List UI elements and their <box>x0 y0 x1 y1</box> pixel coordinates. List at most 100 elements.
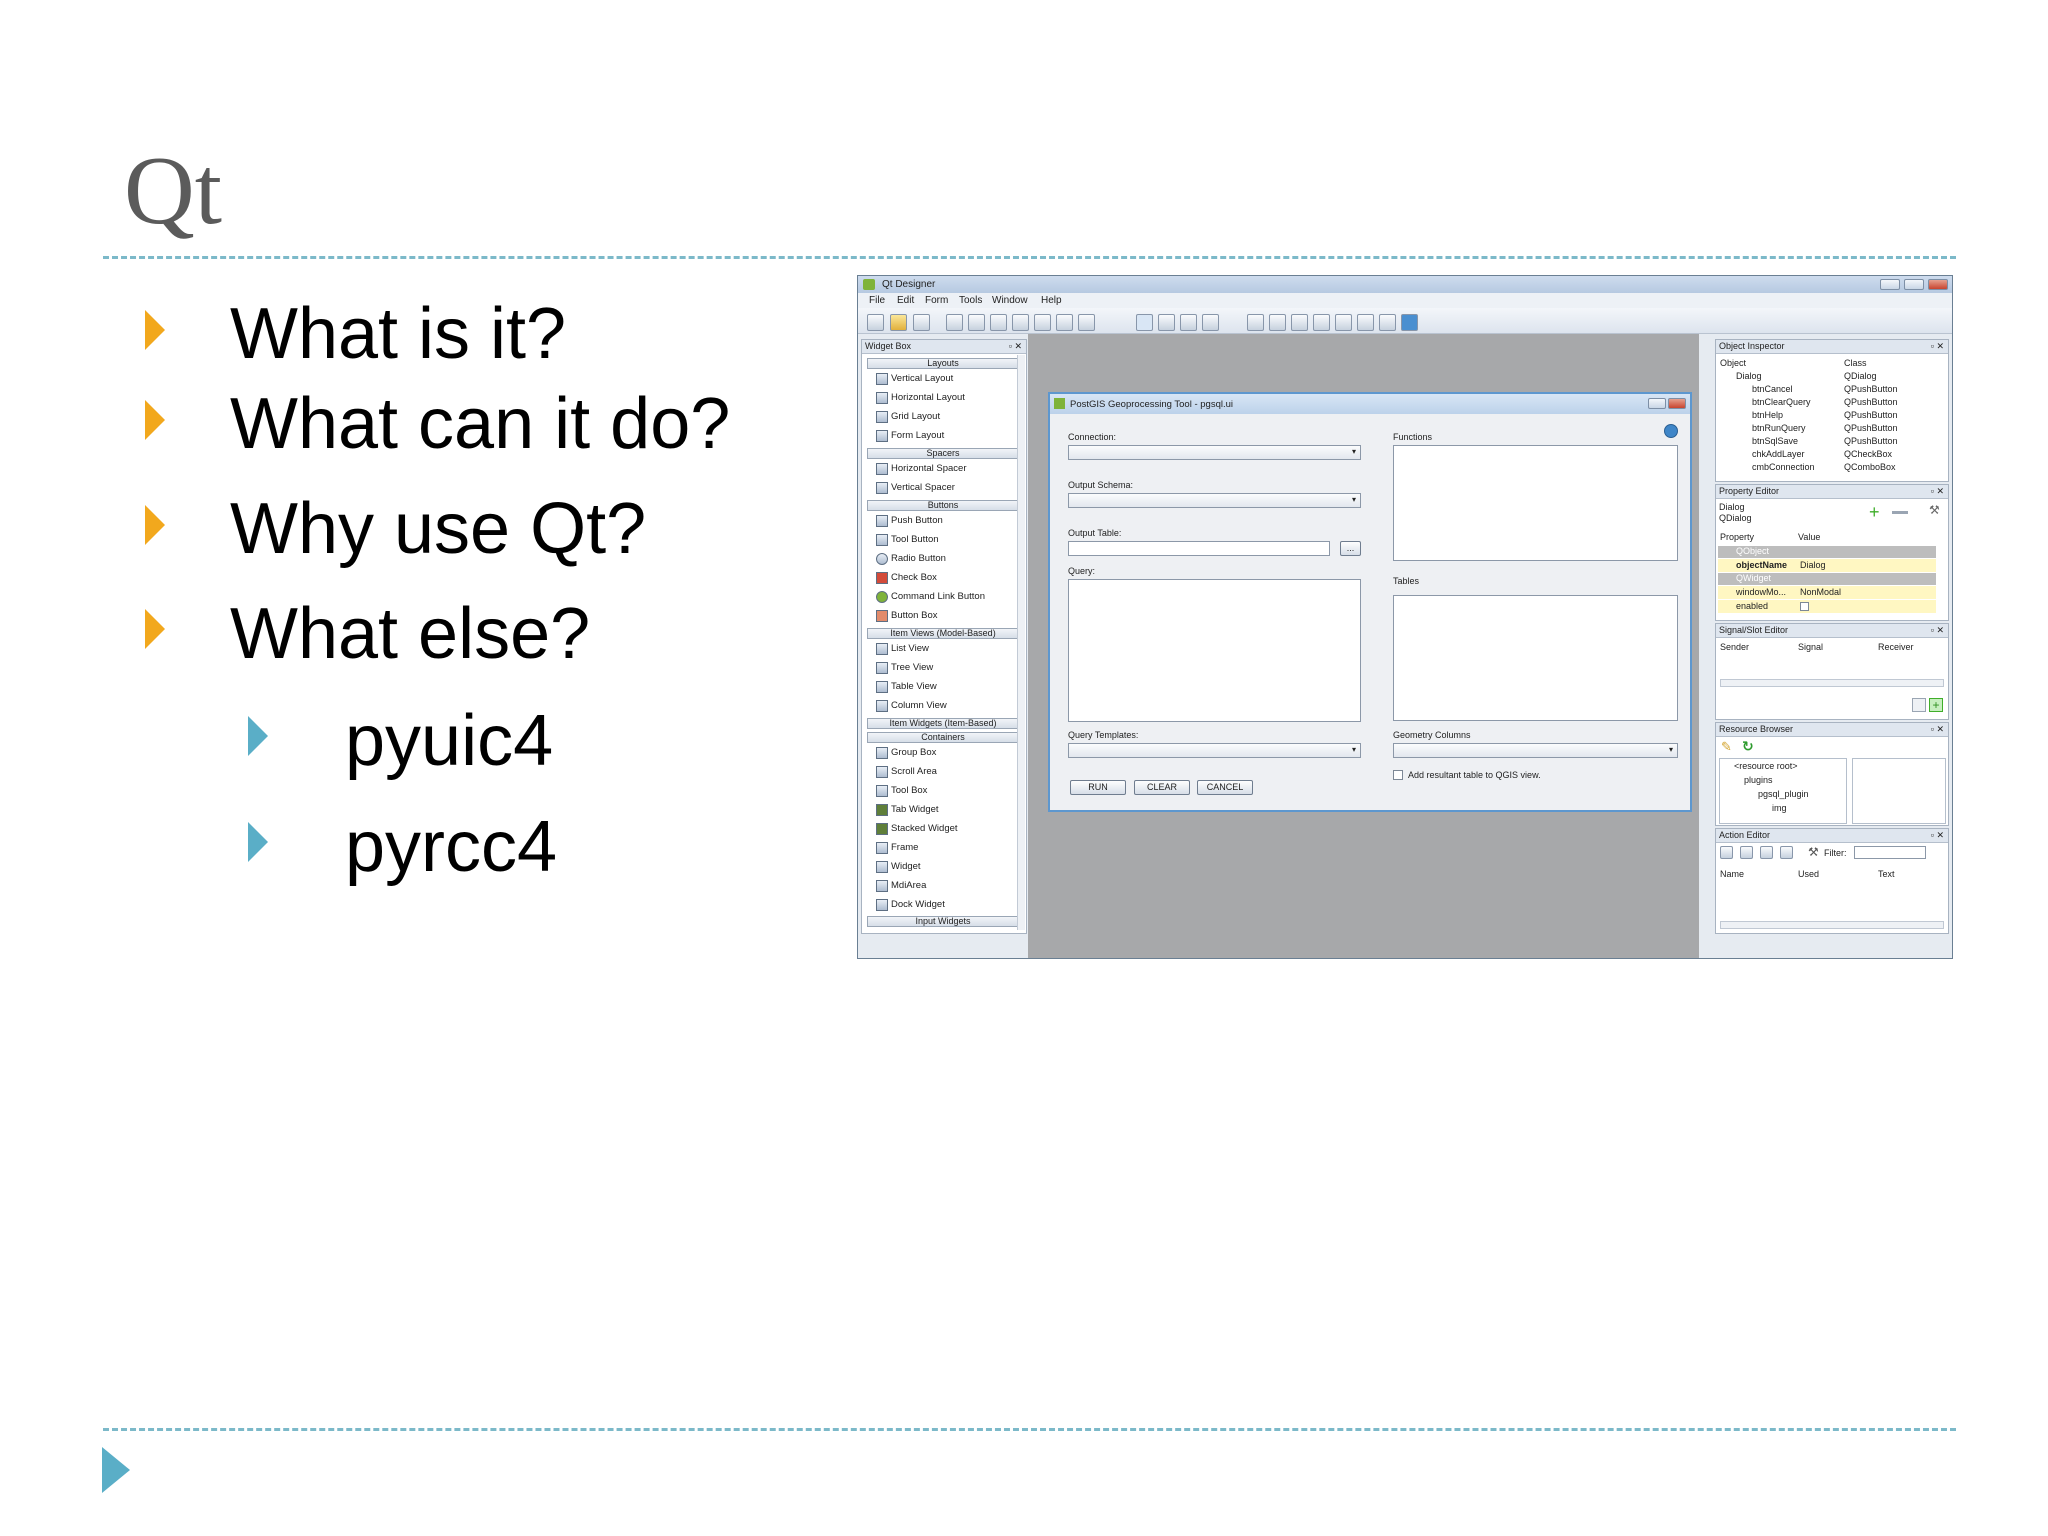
widget-item[interactable]: Check Box <box>891 572 937 583</box>
redo-icon[interactable] <box>968 314 985 331</box>
new-form-icon[interactable] <box>867 314 884 331</box>
layout-vertical-icon[interactable] <box>1269 314 1286 331</box>
output-table-input[interactable] <box>1068 541 1330 556</box>
widget-item[interactable]: Horizontal Layout <box>891 392 965 403</box>
browse-button[interactable]: ... <box>1340 541 1361 556</box>
resource-img[interactable]: img <box>1772 803 1787 813</box>
menu-edit[interactable]: Edit <box>897 295 914 306</box>
output-schema-combo[interactable]: ▾ <box>1068 493 1361 508</box>
menu-form[interactable]: Form <box>925 295 948 306</box>
connection-combo[interactable]: ▾ <box>1068 445 1361 460</box>
new-action-icon[interactable] <box>1720 846 1733 859</box>
category-item-widgets[interactable]: Item Widgets (Item-Based) <box>867 718 1019 729</box>
widget-item[interactable]: Tool Button <box>891 534 939 545</box>
widget-item[interactable]: Horizontal Spacer <box>891 463 967 474</box>
menu-window[interactable]: Window <box>992 295 1028 306</box>
widget-item[interactable]: Tool Box <box>891 785 927 796</box>
menu-tools[interactable]: Tools <box>959 295 982 306</box>
copy-icon[interactable] <box>1012 314 1029 331</box>
widget-item[interactable]: Tab Widget <box>891 804 939 815</box>
add-property-icon[interactable]: + <box>1869 503 1880 521</box>
dialog-minimize-button[interactable] <box>1648 398 1666 409</box>
break-layout-icon[interactable] <box>1379 314 1396 331</box>
reload-icon[interactable]: ↻ <box>1742 738 1754 755</box>
resource-plugins[interactable]: plugins <box>1744 775 1773 785</box>
delete-action-icon[interactable] <box>1780 846 1793 859</box>
widget-item[interactable]: Vertical Spacer <box>891 482 955 493</box>
raise-icon[interactable] <box>1078 314 1095 331</box>
open-icon[interactable] <box>890 314 907 331</box>
resource-root[interactable]: <resource root> <box>1734 761 1798 771</box>
filter-input[interactable] <box>1854 846 1926 859</box>
dialog-close-button[interactable] <box>1668 398 1686 409</box>
layout-form-icon[interactable] <box>1357 314 1374 331</box>
clear-button[interactable]: CLEAR <box>1134 780 1190 795</box>
menu-file[interactable]: File <box>869 295 885 306</box>
remove-connection-icon[interactable] <box>1912 698 1926 712</box>
cancel-button[interactable]: CANCEL <box>1197 780 1253 795</box>
widget-item[interactable]: Stacked Widget <box>891 823 958 834</box>
category-layouts[interactable]: Layouts <box>867 358 1019 369</box>
widget-item[interactable]: Push Button <box>891 515 943 526</box>
close-button[interactable] <box>1928 279 1948 290</box>
widget-item[interactable]: List View <box>891 643 929 654</box>
functions-list[interactable] <box>1393 445 1678 561</box>
add-table-checkbox[interactable] <box>1393 770 1403 780</box>
save-icon[interactable] <box>913 314 930 331</box>
widget-item[interactable]: Form Layout <box>891 430 944 441</box>
enabled-row[interactable]: enabled <box>1718 600 1936 613</box>
minimize-button[interactable] <box>1880 279 1900 290</box>
undo-icon[interactable] <box>946 314 963 331</box>
layout-grid-icon[interactable] <box>1335 314 1352 331</box>
obj-row[interactable]: btnRunQuery <box>1752 423 1806 433</box>
category-buttons[interactable]: Buttons <box>867 500 1019 511</box>
obj-row[interactable]: btnClearQuery <box>1752 397 1811 407</box>
category-item-views[interactable]: Item Views (Model-Based) <box>867 628 1019 639</box>
dock-close-icon[interactable]: ▫ ✕ <box>1931 830 1944 841</box>
category-input-widgets[interactable]: Input Widgets <box>867 916 1019 927</box>
edit-tab-order-icon[interactable] <box>1202 314 1219 331</box>
maximize-button[interactable] <box>1904 279 1924 290</box>
widget-item[interactable]: Table View <box>891 681 937 692</box>
lower-icon[interactable] <box>1056 314 1073 331</box>
widget-item[interactable]: Tree View <box>891 662 933 673</box>
dock-close-icon[interactable]: ▫ ✕ <box>1009 341 1022 352</box>
geometry-columns-combo[interactable]: ▾ <box>1393 743 1678 758</box>
enabled-checkbox[interactable] <box>1800 602 1809 611</box>
adjust-size-icon[interactable] <box>1401 314 1418 331</box>
signal-slot-scrollbar[interactable] <box>1720 679 1944 687</box>
layout-horizontal-icon[interactable] <box>1247 314 1264 331</box>
widget-item[interactable]: MdiArea <box>891 880 926 891</box>
menu-help[interactable]: Help <box>1041 295 1062 306</box>
resource-tree[interactable]: <resource root> plugins pgsql_plugin img <box>1719 758 1847 824</box>
run-button[interactable]: RUN <box>1070 780 1126 795</box>
windowmodality-row[interactable]: windowMo... NonModal <box>1718 586 1936 599</box>
tables-list[interactable] <box>1393 595 1678 721</box>
paste-action-icon[interactable] <box>1760 846 1773 859</box>
dock-close-icon[interactable]: ▫ ✕ <box>1931 625 1944 636</box>
paste-icon[interactable] <box>1034 314 1051 331</box>
resource-pgsql-plugin[interactable]: pgsql_plugin <box>1758 789 1809 799</box>
edit-buddies-icon[interactable] <box>1180 314 1197 331</box>
query-templates-combo[interactable]: ▾ <box>1068 743 1361 758</box>
cut-icon[interactable] <box>990 314 1007 331</box>
obj-row[interactable]: btnCancel <box>1752 384 1793 394</box>
edit-widgets-icon[interactable] <box>1136 314 1153 331</box>
dock-close-icon[interactable]: ▫ ✕ <box>1931 341 1944 352</box>
obj-row[interactable]: chkAddLayer <box>1752 449 1805 459</box>
dock-close-icon[interactable]: ▫ ✕ <box>1931 724 1944 735</box>
widget-item[interactable]: Column View <box>891 700 947 711</box>
widget-item[interactable]: Scroll Area <box>891 766 937 777</box>
obj-row[interactable]: btnSqlSave <box>1752 436 1798 446</box>
group-qobject[interactable]: QObject <box>1718 546 1936 558</box>
widget-item[interactable]: Widget <box>891 861 921 872</box>
widget-item[interactable]: Dock Widget <box>891 899 945 910</box>
copy-action-icon[interactable] <box>1740 846 1753 859</box>
widget-item[interactable]: Grid Layout <box>891 411 940 422</box>
category-spacers[interactable]: Spacers <box>867 448 1019 459</box>
obj-row[interactable]: Dialog <box>1736 371 1762 381</box>
widget-box-scrollbar[interactable] <box>1017 355 1025 930</box>
wrench-icon[interactable]: ⚒ <box>1808 845 1819 859</box>
query-textarea[interactable] <box>1068 579 1361 722</box>
add-connection-icon[interactable]: + <box>1929 698 1943 712</box>
